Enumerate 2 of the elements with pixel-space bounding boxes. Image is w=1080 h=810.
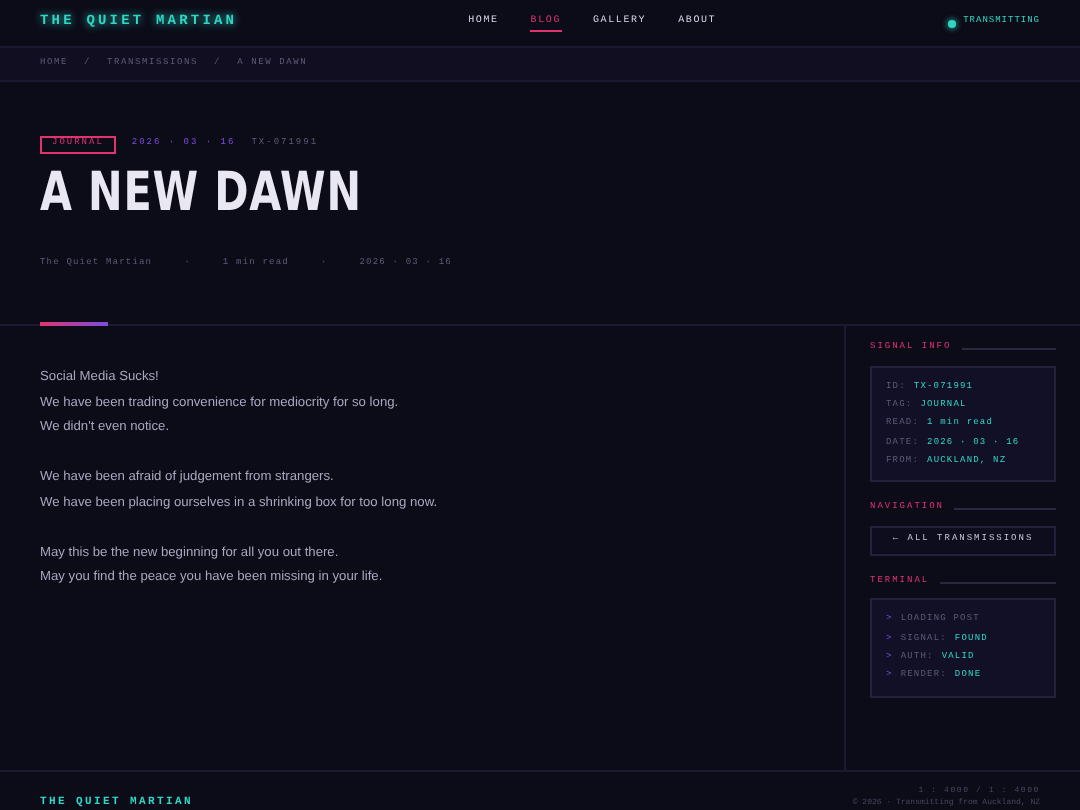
post-title: A NEW DAWN — [40, 161, 364, 227]
accent-bar — [40, 322, 108, 326]
